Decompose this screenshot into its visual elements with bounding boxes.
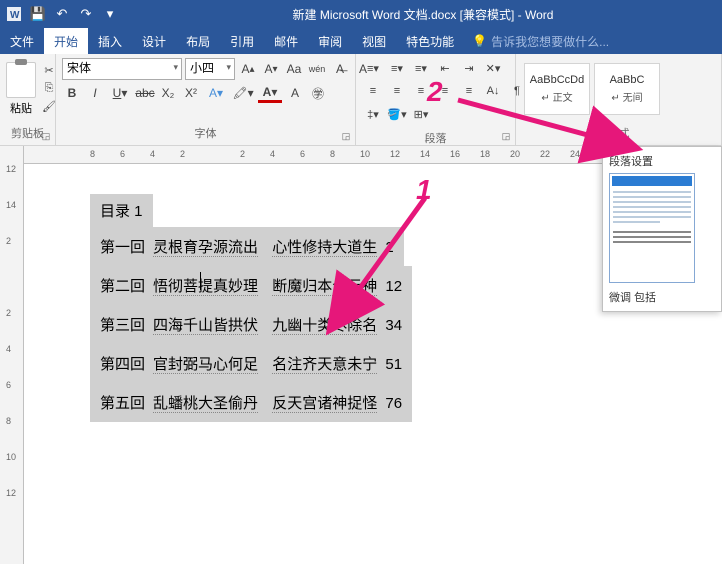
tab-insert[interactable]: 插入 bbox=[88, 28, 132, 54]
line-spacing-icon[interactable]: ‡▾ bbox=[362, 104, 384, 124]
font-name-select[interactable]: 宋体 bbox=[62, 58, 182, 80]
clipboard-launcher-icon[interactable]: ◲ bbox=[40, 130, 52, 142]
group-styles-label: 样式 bbox=[516, 123, 721, 145]
save-icon[interactable]: 💾 bbox=[30, 6, 46, 22]
sort-icon[interactable]: A↓ bbox=[482, 81, 504, 101]
tab-mailings[interactable]: 邮件 bbox=[264, 28, 308, 54]
text-effects-icon[interactable]: A▾ bbox=[204, 83, 228, 103]
clear-formatting-icon[interactable]: A̶ bbox=[330, 59, 350, 79]
vertical-ruler[interactable]: 1214224681012 bbox=[0, 146, 24, 564]
qat-customize-icon[interactable]: ▾ bbox=[102, 6, 118, 22]
subscript-button[interactable]: X₂ bbox=[158, 83, 178, 103]
paragraph-launcher-icon[interactable]: ◲ bbox=[500, 130, 512, 142]
underline-button[interactable]: U▾ bbox=[108, 83, 132, 103]
font-color-icon[interactable]: A▾ bbox=[258, 83, 282, 103]
svg-text:W: W bbox=[10, 10, 20, 21]
highlight-icon[interactable]: 🖍▾ bbox=[231, 83, 255, 103]
enclose-char-icon[interactable]: ㊫ bbox=[308, 83, 328, 103]
tab-design[interactable]: 设计 bbox=[132, 28, 176, 54]
toc-line[interactable]: 第一回灵根育孕源流出 心性修持大道生 2 bbox=[90, 227, 404, 266]
phonetic-guide-icon[interactable]: wén bbox=[307, 59, 327, 79]
style-normal[interactable]: AaBbCcDd ↵ 正文 bbox=[524, 63, 590, 115]
tab-review[interactable]: 审阅 bbox=[308, 28, 352, 54]
asian-layout-icon[interactable]: ✕▾ bbox=[482, 58, 504, 78]
toc-line[interactable]: 第三回四海千山皆拱伏 九幽十类尽除名 34 bbox=[90, 305, 412, 344]
toc-line[interactable]: 第二回悟彻菩提真妙理 断魔归本合元神 12 bbox=[90, 266, 412, 305]
group-font-label: 字体 bbox=[56, 123, 355, 145]
tell-me[interactable]: 💡告诉我您想要做什么... bbox=[472, 33, 609, 50]
italic-button[interactable]: I bbox=[85, 83, 105, 103]
redo-icon[interactable]: ↷ bbox=[78, 6, 94, 22]
tab-layout[interactable]: 布局 bbox=[176, 28, 220, 54]
annotation-2: 2 bbox=[427, 76, 443, 108]
clipboard-icon bbox=[6, 62, 36, 98]
bold-button[interactable]: B bbox=[62, 83, 82, 103]
paste-button[interactable]: 粘贴 bbox=[6, 62, 36, 116]
ribbon-tabs: 文件 开始 插入 设计 布局 引用 邮件 审阅 视图 特色功能 💡告诉我您想要做… bbox=[0, 28, 722, 54]
font-size-select[interactable]: 小四 bbox=[185, 58, 235, 80]
strikethrough-button[interactable]: abc bbox=[135, 83, 155, 103]
decrease-indent-icon[interactable]: ⇤ bbox=[434, 58, 456, 78]
shrink-font-icon[interactable]: A▾ bbox=[261, 59, 281, 79]
toc-line[interactable]: 第五回乱蟠桃大圣偷丹 反天宫诸神捉怪 76 bbox=[90, 383, 412, 422]
text-cursor bbox=[200, 272, 201, 290]
dialog-preview-icon bbox=[609, 173, 695, 283]
char-shading-icon[interactable]: A bbox=[285, 83, 305, 103]
distributed-icon[interactable]: ≡ bbox=[458, 81, 480, 101]
style-nospacing[interactable]: AaBbC ↵ 无间 bbox=[594, 63, 660, 115]
undo-icon[interactable]: ↶ bbox=[54, 6, 70, 22]
annotation-1: 1 bbox=[416, 174, 432, 206]
numbering-icon[interactable]: ≡▾ bbox=[386, 58, 408, 78]
font-launcher-icon[interactable]: ◲ bbox=[340, 130, 352, 142]
toc-title[interactable]: 目录 1 bbox=[90, 194, 153, 227]
superscript-button[interactable]: X² bbox=[181, 83, 201, 103]
align-center-icon[interactable]: ≡ bbox=[386, 81, 408, 101]
multilevel-icon[interactable]: ≡▾ bbox=[410, 58, 432, 78]
tab-references[interactable]: 引用 bbox=[220, 28, 264, 54]
bullets-icon[interactable]: ≡▾ bbox=[362, 58, 384, 78]
tab-special[interactable]: 特色功能 bbox=[396, 28, 464, 54]
tab-file[interactable]: 文件 bbox=[0, 28, 44, 54]
tab-view[interactable]: 视图 bbox=[352, 28, 396, 54]
word-icon: W bbox=[6, 6, 22, 22]
increase-indent-icon[interactable]: ⇥ bbox=[458, 58, 480, 78]
tab-home[interactable]: 开始 bbox=[44, 28, 88, 54]
align-left-icon[interactable]: ≡ bbox=[362, 81, 384, 101]
toc-line[interactable]: 第四回官封弼马心何足 名注齐天意未宁 51 bbox=[90, 344, 412, 383]
grow-font-icon[interactable]: A▴ bbox=[238, 59, 258, 79]
window-title: 新建 Microsoft Word 文档.docx [兼容模式] - Word bbox=[124, 6, 722, 23]
paragraph-settings-tooltip: 段落设置 微调 包括 bbox=[602, 146, 722, 312]
change-case-icon[interactable]: Aa bbox=[284, 59, 304, 79]
shading-icon[interactable]: 🪣▾ bbox=[386, 104, 408, 124]
